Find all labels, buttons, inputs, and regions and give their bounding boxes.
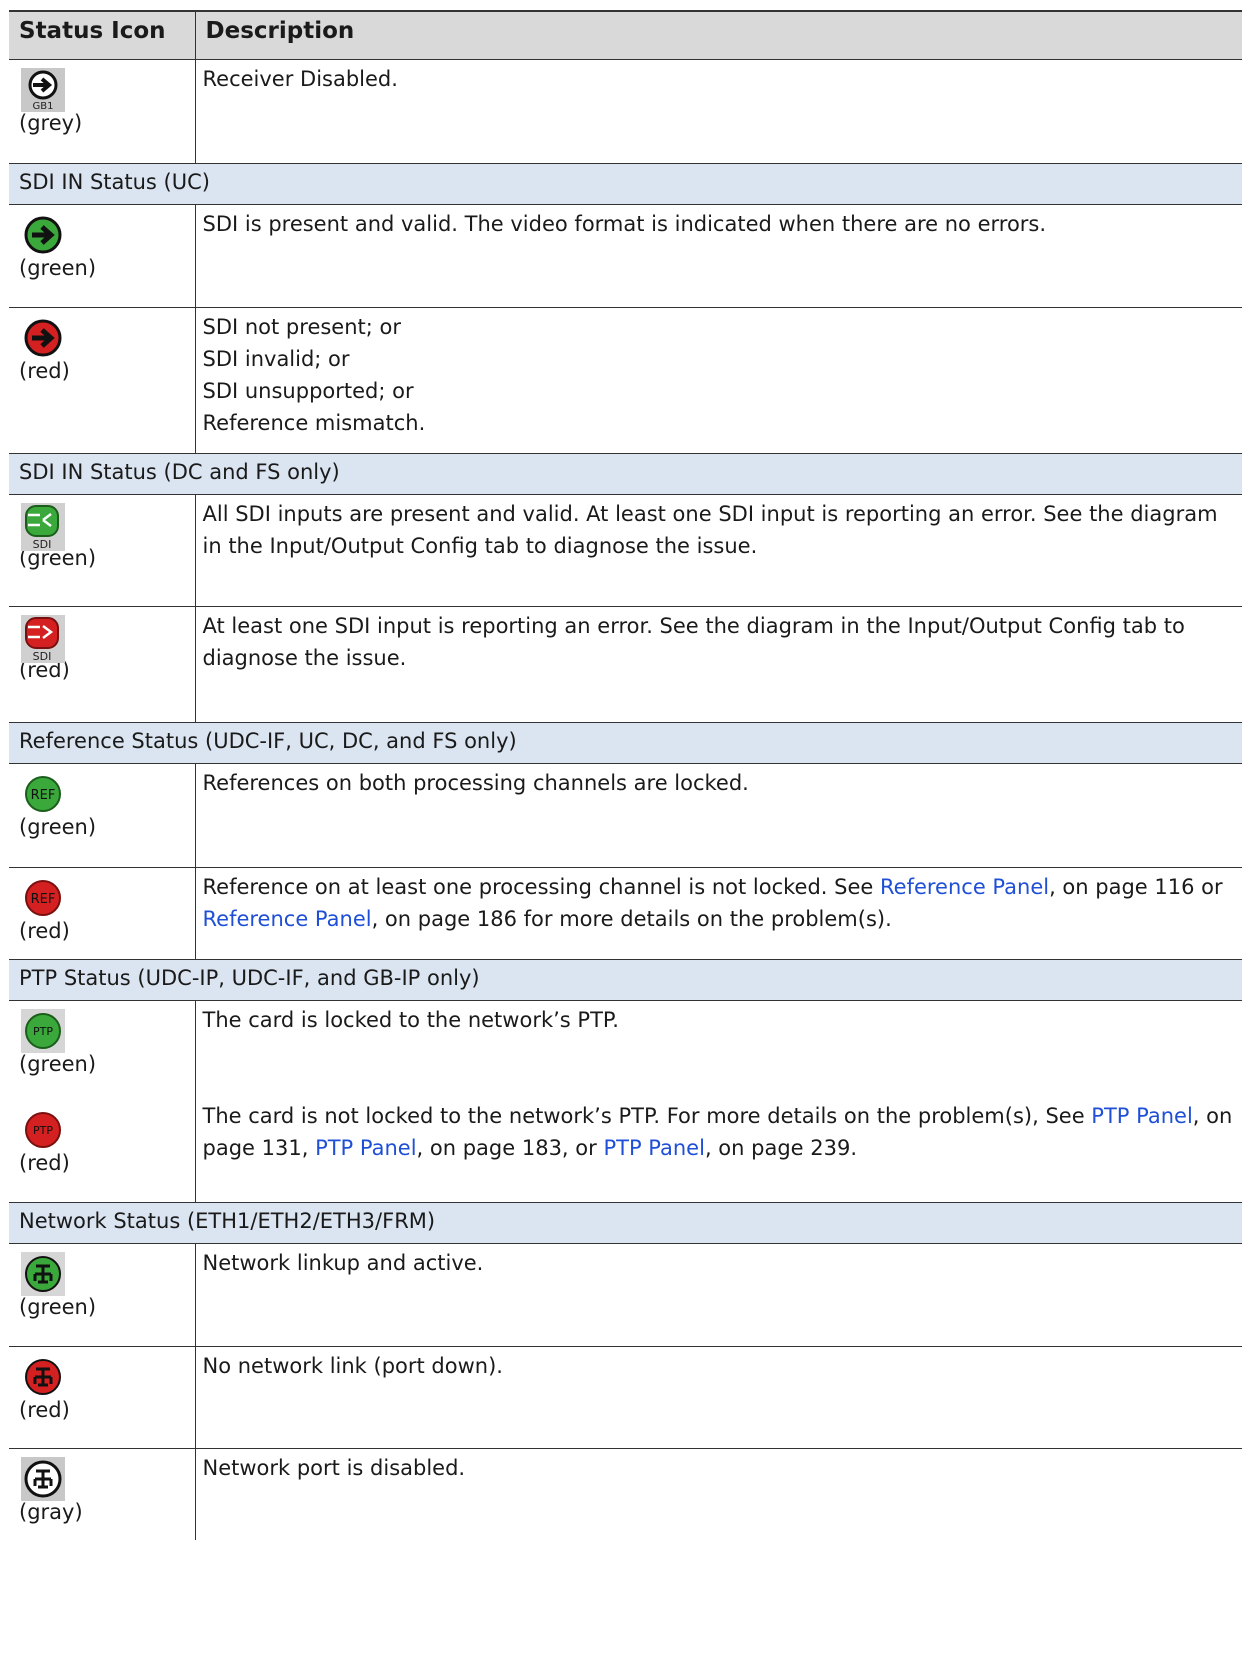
description-line: Reference mismatch. [202,410,426,435]
table-row: GB1 (grey) Receiver Disabled. [9,59,1242,164]
section-row: PTP Status (UDC-IP, UDC-IF, and GB-IP on… [9,959,1242,1001]
table-row: (gray) Network port is disabled. [9,1448,1242,1540]
table-row: (green) SDI is present and valid. The vi… [9,204,1242,308]
section-row: Reference Status (UDC-IF, UC, DC, and FS… [9,722,1242,764]
network-red-icon [21,1355,61,1395]
section-row: SDI IN Status (DC and FS only) [9,453,1242,495]
color-note: (gray) [19,1499,83,1524]
description-text: , on page 239. [704,1136,858,1160]
section-title: Reference Status (UDC-IF, UC, DC, and FS… [9,722,1242,764]
description-text: Reference on at least one processing cha… [202,874,880,899]
ptp-panel-link[interactable]: PTP Panel [1091,1104,1192,1128]
color-note: (red) [19,358,70,383]
reference-panel-link[interactable]: Reference Panel [880,875,1049,899]
description: Reference on at least one processing cha… [195,867,1242,960]
ptp-panel-link[interactable]: PTP Panel [315,1136,416,1160]
color-note: (grey) [19,110,83,135]
ptp-red-icon: PTP [21,1108,61,1148]
description-line: SDI invalid; or [202,346,350,371]
svg-text:PTP: PTP [33,1124,53,1137]
description: All SDI inputs are present and valid. At… [195,494,1242,607]
svg-text:SDI: SDI [33,650,52,663]
header-status-icon: Status Icon [9,10,196,60]
ref-red-icon: REF [21,876,61,916]
header-description: Description [195,10,1242,60]
svg-text:GB1: GB1 [33,101,54,112]
svg-text:REF: REF [31,892,56,907]
table-row: PTP (red) The card is not locked to the … [9,1100,1242,1203]
table-header-row: Status Icon Description [9,10,1242,60]
description: At least one SDI input is reporting an e… [195,606,1242,723]
table-row: (red) No network link (port down). [9,1346,1242,1449]
sdi-multi-green-icon: SDI [21,502,65,551]
section-title: SDI IN Status (DC and FS only) [9,453,1242,495]
color-note: (green) [19,255,97,280]
ref-green-icon: REF [21,772,61,812]
description: SDI is present and valid. The video form… [195,204,1242,308]
description-text: , on page 116 or [1049,874,1223,899]
description-line: SDI unsupported; or [202,378,414,403]
status-icon-table: Status Icon Description GB1 (grey) Recei… [9,10,1242,1540]
section-title: Network Status (ETH1/ETH2/ETH3/FRM) [9,1202,1242,1244]
description-line: SDI not present; or [202,314,402,339]
table-row: (red) SDI not present; or SDI invalid; o… [9,307,1242,454]
description: No network link (port down). [195,1346,1242,1449]
table-row: (green) Network linkup and active. [9,1243,1242,1347]
svg-text:REF: REF [31,788,56,803]
color-note: (red) [19,1397,70,1422]
section-title: SDI IN Status (UC) [9,163,1242,205]
arrow-green-icon [21,213,62,253]
section-row: Network Status (ETH1/ETH2/ETH3/FRM) [9,1202,1242,1244]
table-row: SDI (green) All SDI inputs are present a… [9,494,1242,607]
color-note: (red) [19,918,70,943]
description-text: , on page 186 for more details on the pr… [371,906,892,931]
table-row: PTP (green) The card is locked to the ne… [9,1000,1242,1100]
svg-text:SDI: SDI [33,538,52,551]
color-note: (green) [19,1051,97,1076]
description-text: , on page 183, or [416,1136,604,1160]
svg-text:PTP: PTP [33,1025,53,1038]
description: References on both processing channels a… [195,763,1242,868]
sdi-multi-red-icon: SDI [21,614,65,663]
ptp-panel-link[interactable]: PTP Panel [603,1136,704,1160]
network-gray-icon [21,1456,65,1501]
color-note: (green) [19,814,97,839]
table-row: REF (green) References on both processin… [9,763,1242,868]
color-note: (green) [19,1294,97,1319]
ptp-green-icon: PTP [21,1008,65,1053]
color-note: (red) [19,1151,70,1175]
section-title: PTP Status (UDC-IP, UDC-IF, and GB-IP on… [9,959,1242,1001]
description-text: The card is not locked to the network’s … [202,1104,1092,1128]
reference-panel-link[interactable]: Reference Panel [203,907,372,931]
description: The card is not locked to the network’s … [195,1100,1242,1203]
arrow-gb1-grey-icon: GB1 [21,67,65,112]
table-row: REF (red) Reference on at least one proc… [9,867,1242,960]
section-row: SDI IN Status (UC) [9,163,1242,205]
description: Network linkup and active. [195,1243,1242,1347]
description: Network port is disabled. [202,1455,466,1480]
network-green-icon [21,1251,65,1296]
arrow-red-icon [21,316,62,356]
description: The card is locked to the network’s PTP. [202,1007,619,1032]
table-row: SDI (red) At least one SDI input is repo… [9,606,1242,723]
description: Receiver Disabled. [195,59,1242,164]
